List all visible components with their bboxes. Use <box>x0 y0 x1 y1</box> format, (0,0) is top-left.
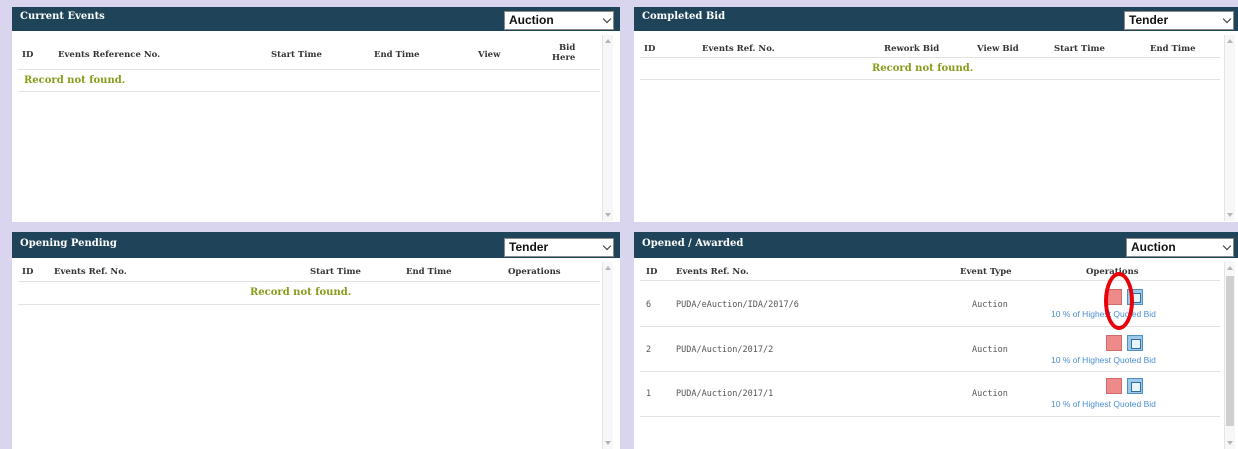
divider <box>640 416 1220 417</box>
row-event-type: Auction <box>972 345 1008 355</box>
chevron-up-icon[interactable] <box>1227 266 1233 270</box>
chevron-down-icon[interactable] <box>605 441 611 445</box>
document-icon[interactable] <box>1127 335 1143 351</box>
divider <box>18 281 600 282</box>
column-header-id: ID <box>22 267 34 277</box>
row-event-type: Auction <box>972 300 1008 310</box>
chevron-down-icon[interactable] <box>1227 441 1233 445</box>
row-reference: PUDA/Auction/2017/1 <box>676 389 774 399</box>
quoted-bid-link[interactable]: 10 % of Highest Quoted Bid <box>1051 309 1156 319</box>
divider <box>18 91 600 92</box>
column-header-bid-here: Bid Here <box>552 43 576 63</box>
divider <box>640 280 1220 281</box>
chevron-down-icon <box>602 241 612 251</box>
row-id: 1 <box>646 389 652 399</box>
event-type-select[interactable]: Tender <box>1124 11 1234 30</box>
event-type-select[interactable]: Auction <box>1126 238 1234 257</box>
event-type-select[interactable]: Auction <box>504 11 614 30</box>
row-operations <box>1106 378 1146 394</box>
delete-icon[interactable] <box>1106 378 1122 394</box>
row-id: 2 <box>646 345 652 355</box>
row-event-type: Auction <box>972 389 1008 399</box>
chevron-up-icon[interactable] <box>605 266 611 270</box>
column-header-reference: Events Ref. No. <box>702 44 775 54</box>
panel-title: Completed Bid <box>642 11 726 22</box>
column-header-id: ID <box>644 44 656 54</box>
divider <box>640 371 1220 372</box>
chevron-down-icon[interactable] <box>1227 213 1233 217</box>
annotation-circle <box>1104 272 1134 330</box>
empty-message: Record not found. <box>250 287 352 298</box>
column-header-end-time: End Time <box>374 50 420 60</box>
vertical-scrollbar[interactable] <box>1224 35 1235 221</box>
column-header-operations: Operations <box>508 267 561 277</box>
column-header-id: ID <box>22 50 34 60</box>
quoted-bid-link[interactable]: 10 % of Highest Quoted Bid <box>1051 399 1156 409</box>
divider <box>640 326 1220 327</box>
chevron-down-icon <box>602 14 612 24</box>
divider <box>18 69 600 70</box>
divider <box>640 57 1220 58</box>
chevron-down-icon[interactable] <box>605 213 611 217</box>
event-type-select[interactable]: Tender <box>504 238 614 257</box>
panel-header: Completed Bid Tender <box>634 7 1238 31</box>
select-value: Auction <box>1131 240 1176 254</box>
column-header-reference: Events Ref. No. <box>54 267 127 277</box>
panel-header: Current Events Auction <box>12 7 620 31</box>
divider <box>18 304 600 305</box>
chevron-up-icon[interactable] <box>1227 39 1233 43</box>
row-reference: PUDA/eAuction/IDA/2017/6 <box>676 300 799 310</box>
vertical-scrollbar[interactable] <box>1224 262 1235 449</box>
row-id: 6 <box>646 300 652 310</box>
completed-bid-panel: Completed Bid Tender ID Events Ref. No. … <box>634 7 1238 222</box>
chevron-up-icon[interactable] <box>605 39 611 43</box>
empty-message: Record not found. <box>872 63 974 74</box>
column-header-reference: Events Reference No. <box>58 50 161 60</box>
panel-title: Opened / Awarded <box>642 238 744 249</box>
scrollbar-thumb[interactable] <box>1226 276 1234 426</box>
current-events-panel: Current Events Auction ID Events Referen… <box>12 7 620 222</box>
column-header-reference: Events Ref. No. <box>676 267 749 277</box>
panel-header: Opening Pending Tender <box>12 232 620 258</box>
empty-message: Record not found. <box>24 75 126 86</box>
column-header-view: View <box>478 50 501 60</box>
column-header-event-type: Event Type <box>960 267 1012 277</box>
chevron-down-icon <box>1222 241 1232 251</box>
quoted-bid-link[interactable]: 10 % of Highest Quoted Bid <box>1051 355 1156 365</box>
row-reference: PUDA/Auction/2017/2 <box>676 345 774 355</box>
column-header-start-time: Start Time <box>310 267 361 277</box>
vertical-scrollbar[interactable] <box>602 262 613 449</box>
vertical-scrollbar[interactable] <box>602 35 613 221</box>
delete-icon[interactable] <box>1106 335 1122 351</box>
panel-header: Opened / Awarded Auction <box>634 232 1238 258</box>
opening-pending-panel: Opening Pending Tender ID Events Ref. No… <box>12 232 620 449</box>
select-value: Tender <box>1129 13 1169 27</box>
row-operations <box>1106 335 1146 351</box>
column-header-end-time: End Time <box>1150 44 1196 54</box>
column-header-end-time: End Time <box>406 267 452 277</box>
select-value: Tender <box>509 240 549 254</box>
select-value: Auction <box>509 13 554 27</box>
panel-title: Current Events <box>20 11 105 22</box>
divider <box>640 79 1220 80</box>
opened-awarded-panel: Opened / Awarded Auction ID Events Ref. … <box>634 232 1238 449</box>
column-header-view-bid: View Bid <box>977 44 1019 54</box>
document-icon[interactable] <box>1127 378 1143 394</box>
column-header-rework-bid: Rework Bid <box>884 44 940 54</box>
column-header-start-time: Start Time <box>1054 44 1105 54</box>
panel-title: Opening Pending <box>20 238 117 249</box>
chevron-down-icon <box>1222 14 1232 24</box>
column-header-id: ID <box>646 267 658 277</box>
column-header-start-time: Start Time <box>271 50 322 60</box>
